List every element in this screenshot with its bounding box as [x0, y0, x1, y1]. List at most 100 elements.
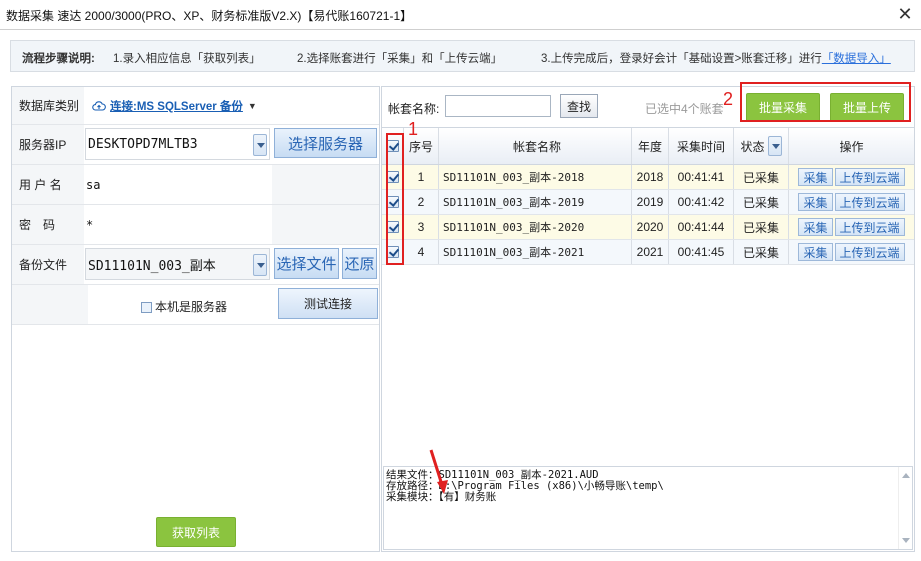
header-time: 采集时间	[669, 128, 734, 164]
row-actions: 采集 上传到云端	[789, 215, 914, 239]
collect-button[interactable]: 采集	[798, 243, 833, 261]
select-file-button[interactable]: 选择文件	[274, 248, 339, 279]
account-name-label: 帐套名称:	[388, 102, 440, 116]
header-action: 操作	[839, 139, 864, 154]
header-status-label: 状态	[740, 139, 765, 154]
cloud-upload-icon	[92, 100, 106, 111]
upload-cloud-button[interactable]: 上传到云端	[834, 218, 905, 236]
scroll-up-icon[interactable]	[902, 473, 910, 478]
upload-cloud-button[interactable]: 上传到云端	[834, 243, 905, 261]
row-year: 2020	[632, 215, 669, 239]
get-list-button[interactable]: 获取列表	[156, 517, 236, 547]
password-input[interactable]: *	[84, 205, 272, 244]
dbtype-dropdown-icon[interactable]: ▼	[248, 101, 257, 111]
row-name: SD11101N_003_副本-2021	[439, 240, 632, 264]
collect-button[interactable]: 采集	[798, 193, 833, 211]
annotation-box-batch	[740, 82, 911, 122]
step-3-label: 3.上传完成后，登录好会计「基础设置>账套迁移」进行	[541, 53, 822, 65]
row-actions: 采集 上传到云端	[789, 165, 914, 189]
account-name-input[interactable]	[445, 95, 551, 117]
annotation-arrow-icon	[429, 449, 448, 494]
step-3-text: 3.上传完成后，登录好会计「基础设置>账套迁移」进行「数据导入」	[541, 50, 891, 66]
row-actions: 采集 上传到云端	[789, 240, 914, 264]
row-time: 00:41:45	[669, 240, 734, 264]
table-header: 序号 帐套名称 年度 采集时间 状态 操作	[382, 127, 914, 165]
row-year: 2019	[632, 190, 669, 214]
server-combo[interactable]: DESKTOPD7MLTB3	[85, 128, 270, 160]
local-server-option[interactable]: 本机是服务器	[141, 298, 227, 315]
account-panel: 帐套名称: 查找 已选中4个账套 批量采集 批量上传 序号 帐套名称 年度 采集…	[381, 86, 915, 552]
backup-combo[interactable]: SD11101N_003_副本	[85, 248, 270, 280]
row-year: 2018	[632, 165, 669, 189]
table-row[interactable]: 4 SD11101N_003_副本-2021 2021 00:41:45 已采集…	[382, 240, 914, 265]
collect-button[interactable]: 采集	[798, 168, 833, 186]
header-year: 年度	[632, 128, 669, 164]
table-row[interactable]: 2 SD11101N_003_副本-2019 2019 00:41:42 已采集…	[382, 190, 914, 215]
step-1-text: 1.录入相应信息「获取列表」	[113, 53, 261, 65]
log-scrollbar[interactable]	[898, 467, 912, 549]
row-seq: 1	[404, 165, 439, 189]
user-input[interactable]: sa	[84, 165, 272, 204]
row-seq: 2	[404, 190, 439, 214]
row-server: 服务器IP DESKTOPD7MLTB3 选择服务器	[12, 125, 379, 165]
chevron-down-icon[interactable]	[253, 254, 267, 276]
row-status: 已采集	[734, 165, 789, 189]
row-dbtype: 数据库类别 连接:MS SQLServer 备份 ▼	[12, 87, 379, 125]
backup-label: 备份文件	[12, 245, 84, 284]
chevron-down-icon[interactable]	[253, 134, 267, 156]
password-label: 密 码	[12, 205, 84, 244]
dbtype-field[interactable]: 连接:MS SQLServer 备份 ▼	[84, 87, 257, 124]
row-actions: 采集 上传到云端	[789, 190, 914, 214]
log-line-module: 采集模块：【有】财务账	[386, 491, 497, 503]
row-password: 密 码 *	[12, 205, 379, 245]
dbtype-label: 数据库类别	[12, 87, 84, 124]
row-time: 00:41:44	[669, 215, 734, 239]
annotation-number-2: 2	[723, 89, 734, 109]
steps-lead: 流程步骤说明:	[22, 53, 95, 65]
row-name: SD11101N_003_副本-2019	[439, 190, 632, 214]
options-row-filler	[12, 285, 88, 324]
search-button[interactable]: 查找	[560, 94, 598, 118]
upload-cloud-button[interactable]: 上传到云端	[834, 168, 905, 186]
row-user: 用 户 名 sa	[12, 165, 379, 205]
restore-button[interactable]: 还原	[342, 248, 377, 279]
row-year: 2021	[632, 240, 669, 264]
table-row[interactable]: 1 SD11101N_003_副本-2018 2018 00:41:41 已采集…	[382, 165, 914, 190]
window-titlebar: 数据采集 速达 2000/3000(PRO、XP、财务标准版V2.X)【易代账1…	[0, 0, 921, 30]
row-seq: 3	[404, 215, 439, 239]
local-server-label: 本机是服务器	[155, 300, 228, 314]
annotation-number-1: 1	[408, 119, 419, 139]
row-status: 已采集	[734, 215, 789, 239]
row-name: SD11101N_003_副本-2020	[439, 215, 632, 239]
result-log[interactable]: 结果文件：SD11101N_003_副本-2021.AUD 存放路径：D:\Pr…	[383, 466, 913, 550]
steps-bar: 流程步骤说明: 1.录入相应信息「获取列表」 2.选择账套进行「采集」和「上传云…	[10, 40, 915, 72]
local-server-checkbox[interactable]	[141, 302, 152, 314]
scroll-down-icon[interactable]	[902, 538, 910, 543]
upload-cloud-button[interactable]: 上传到云端	[834, 193, 905, 211]
table-row[interactable]: 3 SD11101N_003_副本-2020 2020 00:41:44 已采集…	[382, 215, 914, 240]
annotation-box-checkboxes	[386, 133, 404, 265]
server-label: 服务器IP	[12, 125, 84, 164]
row-name: SD11101N_003_副本-2018	[439, 165, 632, 189]
user-label: 用 户 名	[12, 165, 84, 204]
chevron-down-icon[interactable]	[767, 136, 782, 156]
data-import-link[interactable]: 「数据导入」	[822, 53, 891, 65]
backup-value: SD11101N_003_副本	[88, 258, 216, 274]
close-icon[interactable]: ✕	[895, 4, 915, 24]
row-seq: 4	[404, 240, 439, 264]
header-status[interactable]: 状态	[734, 128, 789, 164]
collect-button[interactable]: 采集	[798, 218, 833, 236]
connection-panel: 数据库类别 连接:MS SQLServer 备份 ▼ 服务器IP DESKTOP…	[11, 86, 380, 552]
row-time: 00:41:41	[669, 165, 734, 189]
select-server-button[interactable]: 选择服务器	[274, 128, 377, 158]
dbtype-link[interactable]: 连接:MS SQLServer 备份	[110, 98, 243, 114]
server-value: DESKTOPD7MLTB3	[88, 136, 198, 152]
row-status: 已采集	[734, 190, 789, 214]
row-backup: 备份文件 SD11101N_003_副本 选择文件 还原	[12, 245, 379, 285]
password-row-filler	[272, 205, 379, 244]
row-options: 本机是服务器 测试连接	[12, 285, 379, 325]
test-connection-button[interactable]: 测试连接	[278, 288, 378, 319]
user-row-filler	[272, 165, 379, 204]
selected-count-text: 已选中4个账套	[645, 102, 724, 116]
step-2-text: 2.选择账套进行「采集」和「上传云端」	[297, 53, 503, 65]
